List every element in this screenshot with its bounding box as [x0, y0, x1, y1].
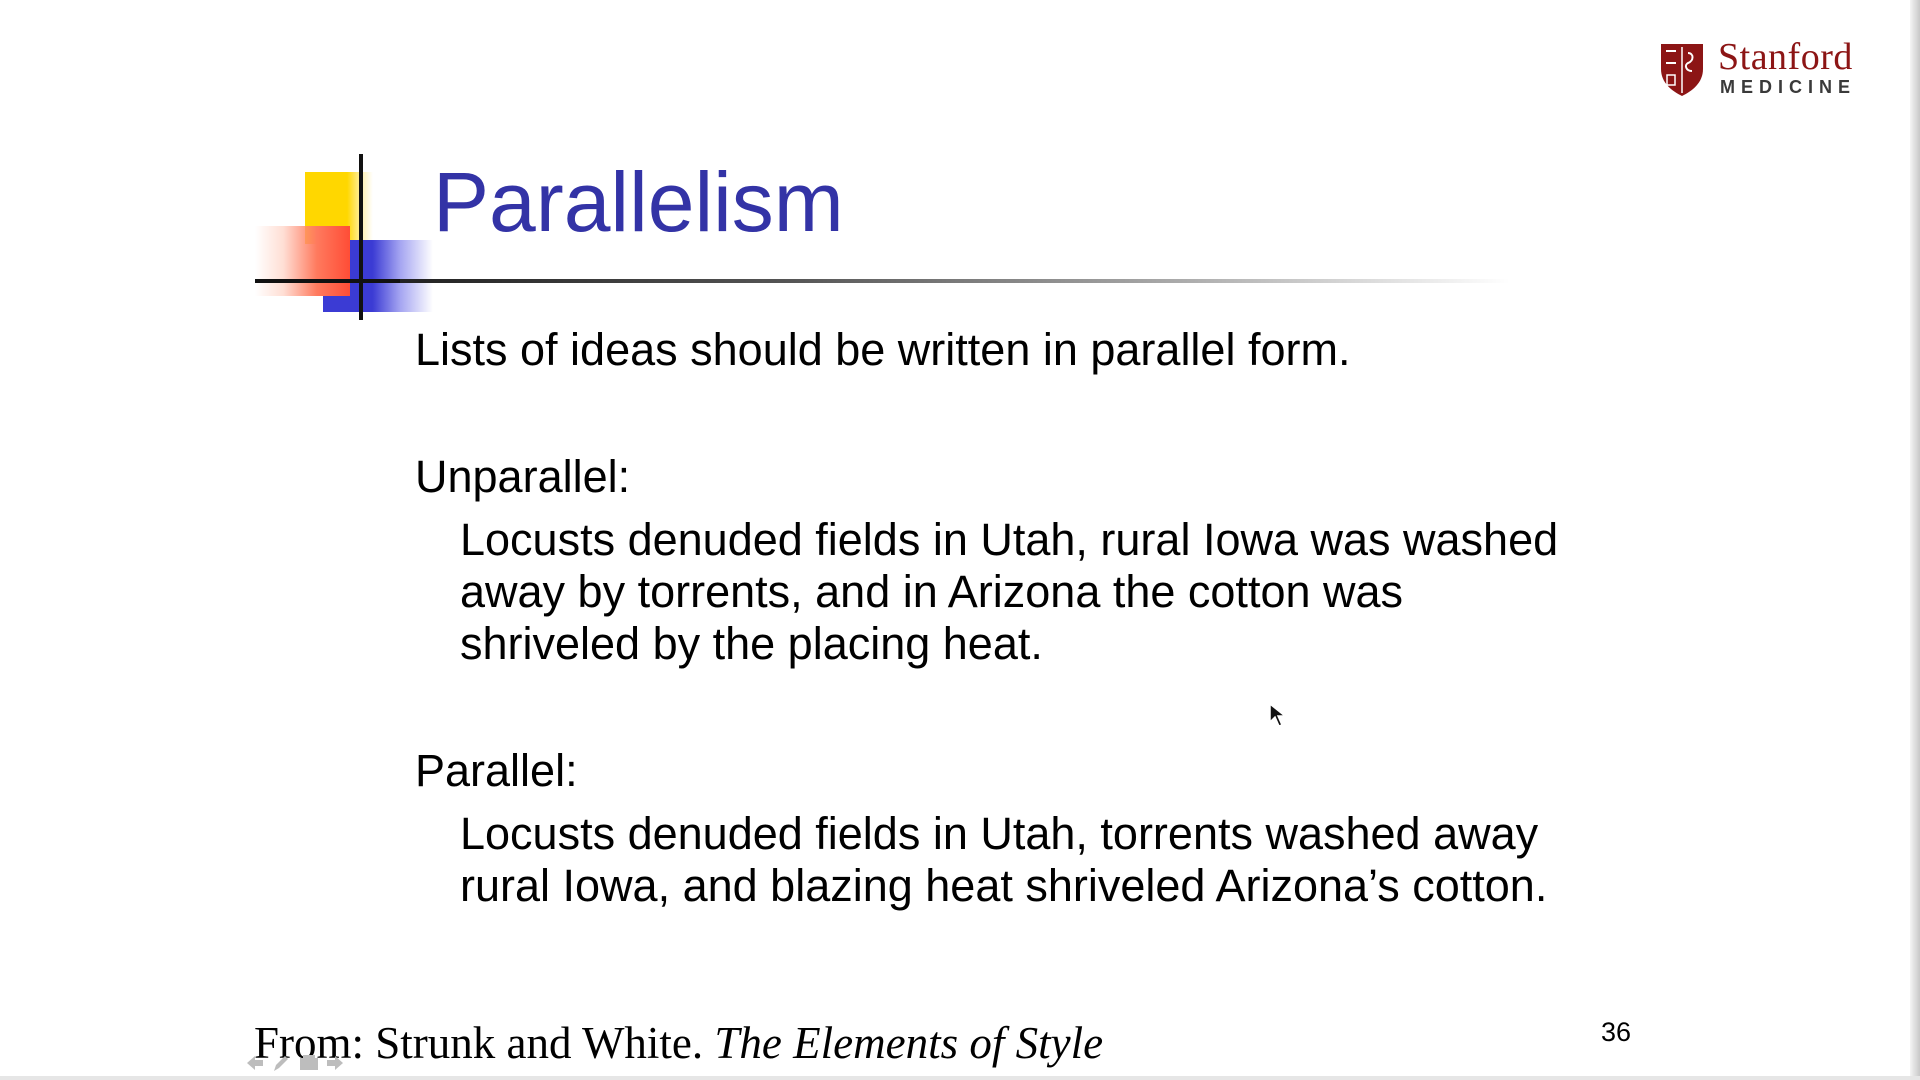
stanford-medicine-logo: Stanford MEDICINE: [1658, 36, 1868, 100]
title-decoration: [255, 152, 455, 324]
pen-icon[interactable]: [270, 1052, 292, 1074]
logo-subtitle: MEDICINE: [1720, 77, 1857, 97]
previous-slide-icon[interactable]: [244, 1052, 266, 1074]
slide-title: Parallelism: [433, 155, 844, 249]
decoration-vertical-line: [359, 154, 363, 320]
slideshow-toolbar: [244, 1052, 354, 1078]
unparallel-line: shriveled by the placing heat.: [460, 618, 1043, 669]
decoration-red-square: [255, 226, 350, 296]
logo-wordmark: Stanford: [1718, 36, 1853, 78]
menu-icon[interactable]: [298, 1052, 320, 1074]
parallel-example: Locusts denuded fields in Utah, torrents…: [460, 808, 1547, 912]
source-citation: From: Strunk and White. The Elements of …: [254, 1015, 1103, 1071]
unparallel-line: away by torrents, and in Arizona the cot…: [460, 566, 1404, 617]
intro-text: Lists of ideas should be written in para…: [415, 324, 1351, 375]
parallel-label: Parallel:: [415, 745, 578, 796]
parallel-line: Locusts denuded fields in Utah, torrents…: [460, 808, 1539, 859]
unparallel-label: Unparallel:: [415, 451, 631, 502]
title-underline: [400, 279, 1510, 283]
window-right-edge: [1910, 0, 1920, 1080]
stanford-shield-icon: [1661, 44, 1703, 96]
mouse-cursor-icon: [1269, 702, 1288, 727]
decoration-horizontal-line: [255, 279, 415, 283]
parallel-line: rural Iowa, and blazing heat shriveled A…: [460, 860, 1548, 911]
source-book-title: The Elements of Style: [714, 1018, 1104, 1068]
unparallel-example: Locusts denuded fields in Utah, rural Io…: [460, 514, 1558, 670]
unparallel-line: Locusts denuded fields in Utah, rural Io…: [460, 514, 1559, 565]
next-slide-icon[interactable]: [324, 1052, 346, 1074]
page-number: 36: [1601, 1017, 1632, 1047]
